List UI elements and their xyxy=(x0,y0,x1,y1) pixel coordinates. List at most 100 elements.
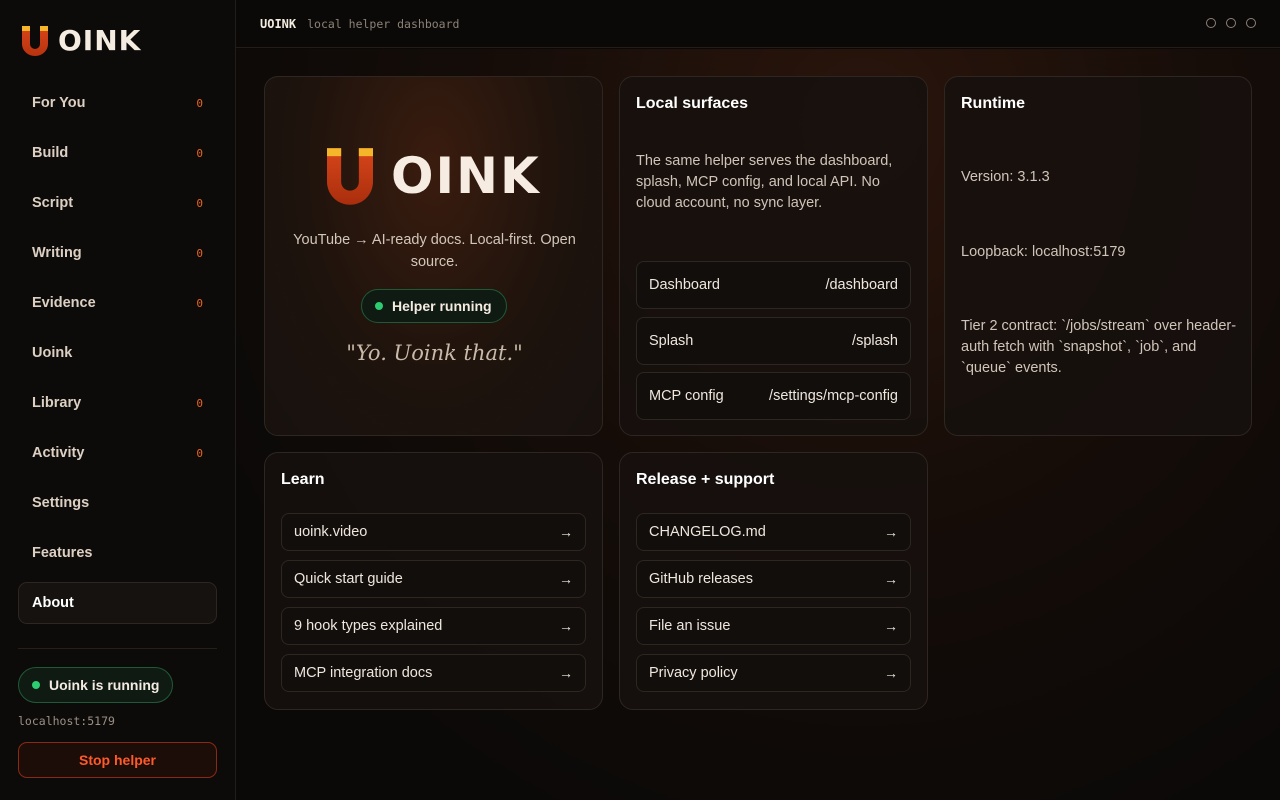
sidebar-item-count: 0 xyxy=(196,296,203,310)
surfaces-description: The same helper serves the dashboard, sp… xyxy=(636,153,893,211)
release-link-github-releases[interactable]: GitHub releases → xyxy=(636,560,911,598)
link-label: CHANGELOG.md xyxy=(649,524,766,540)
route-row-splash[interactable]: Splash /splash xyxy=(636,317,911,365)
arrow-right-icon: → xyxy=(559,571,573,587)
sidebar-item-label: Script xyxy=(32,195,74,211)
route-path: /splash xyxy=(852,333,898,349)
topbar-brand: UOINK xyxy=(260,16,297,31)
arrow-right-icon: → xyxy=(884,524,898,540)
helper-running-label: Helper running xyxy=(392,298,492,314)
sidebar-item-count: 0 xyxy=(196,146,203,160)
route-row-dashboard[interactable]: Dashboard /dashboard xyxy=(636,261,911,309)
runtime-version: Version: 3.1.3 xyxy=(961,169,1050,185)
sidebar-item-label: Activity xyxy=(32,445,85,461)
sidebar-item-label: Settings xyxy=(32,495,90,511)
logo-wordmark: OINK xyxy=(58,24,142,57)
sidebar-item-build[interactable]: Build 0 xyxy=(18,132,217,174)
helper-running-badge: Helper running xyxy=(361,289,507,323)
uoink-u-logo-icon xyxy=(327,148,373,205)
hero-logo: OINK xyxy=(327,148,541,205)
uoink-u-logo-icon xyxy=(22,26,48,56)
hero-card: OINK YouTube → AI-ready docs. Local-firs… xyxy=(264,76,603,436)
window-control-dot-icon[interactable] xyxy=(1206,18,1216,28)
helper-status-label: Uoink is running xyxy=(49,677,160,693)
learn-link-mcp-docs[interactable]: MCP integration docs → xyxy=(281,654,586,692)
sidebar-item-writing[interactable]: Writing 0 xyxy=(18,232,217,274)
arrow-right-icon: → xyxy=(884,665,898,681)
window-control-dot-icon[interactable] xyxy=(1246,18,1256,28)
main-content: OINK YouTube → AI-ready docs. Local-firs… xyxy=(236,49,1280,800)
sidebar-item-evidence[interactable]: Evidence 0 xyxy=(18,282,217,324)
sidebar-item-activity[interactable]: Activity 0 xyxy=(18,432,217,474)
sidebar-item-for-you[interactable]: For You 0 xyxy=(18,82,217,124)
learn-link-quick-start[interactable]: Quick start guide → xyxy=(281,560,586,598)
sidebar-item-uoink[interactable]: Uoink xyxy=(18,332,217,374)
top-bar: UOINK local helper dashboard xyxy=(236,0,1280,48)
route-name: Splash xyxy=(649,333,694,349)
sidebar-item-label: Build xyxy=(32,145,69,161)
window-control-dot-icon[interactable] xyxy=(1226,18,1236,28)
sidebar-item-features[interactable]: Features xyxy=(18,532,217,574)
route-path: /dashboard xyxy=(825,277,898,293)
link-label: Privacy policy xyxy=(649,665,738,681)
runtime-card: Runtime Version: 3.1.3 Loopback: localho… xyxy=(944,76,1252,436)
route-name: Dashboard xyxy=(649,277,720,293)
sidebar-item-label: Library xyxy=(32,395,82,411)
helper-host: localhost:5179 xyxy=(18,714,115,728)
route-name: MCP config xyxy=(649,388,724,404)
arrow-right-icon: → xyxy=(559,524,573,540)
link-label: Quick start guide xyxy=(294,571,403,587)
sidebar-item-label: Uoink xyxy=(32,345,73,361)
sidebar-item-label: About xyxy=(32,595,74,611)
hero-tagline: YouTube → AI-ready docs. Local-first. Op… xyxy=(293,232,576,270)
window-controls xyxy=(1206,18,1256,28)
release-link-privacy-policy[interactable]: Privacy policy → xyxy=(636,654,911,692)
learn-link-hook-types[interactable]: 9 hook types explained → xyxy=(281,607,586,645)
learn-card: Learn uoink.video → Quick start guide → … xyxy=(264,452,603,710)
sidebar-item-settings[interactable]: Settings xyxy=(18,482,217,524)
card-title: Local surfaces xyxy=(636,95,749,112)
sidebar-item-label: Evidence xyxy=(32,295,96,311)
runtime-loopback: Loopback: localhost:5179 xyxy=(961,244,1126,260)
sidebar-item-count: 0 xyxy=(196,396,203,410)
arrow-right-icon: → xyxy=(559,618,573,634)
route-row-mcp-config[interactable]: MCP config /settings/mcp-config xyxy=(636,372,911,420)
sidebar-divider xyxy=(18,648,217,649)
sidebar-item-count: 0 xyxy=(196,446,203,460)
arrow-right-icon: → xyxy=(559,665,573,681)
status-dot-icon xyxy=(32,681,40,689)
link-label: GitHub releases xyxy=(649,571,753,587)
helper-status-badge: Uoink is running xyxy=(18,667,173,703)
sidebar-item-count: 0 xyxy=(196,196,203,210)
release-link-file-issue[interactable]: File an issue → xyxy=(636,607,911,645)
sidebar-item-count: 0 xyxy=(196,246,203,260)
status-dot-icon xyxy=(375,302,383,310)
sidebar-item-script[interactable]: Script 0 xyxy=(18,182,217,224)
sidebar-item-label: For You xyxy=(32,95,86,111)
sidebar-item-label: Features xyxy=(32,545,93,561)
learn-link-uoink-video[interactable]: uoink.video → xyxy=(281,513,586,551)
arrow-right-icon: → xyxy=(884,618,898,634)
route-path: /settings/mcp-config xyxy=(769,388,898,404)
sidebar-item-library[interactable]: Library 0 xyxy=(18,382,217,424)
link-label: MCP integration docs xyxy=(294,665,433,681)
sidebar: OINK For You 0 Build 0 Script 0 Writing … xyxy=(0,0,236,800)
release-support-card: Release + support CHANGELOG.md → GitHub … xyxy=(619,452,928,710)
card-title: Release + support xyxy=(636,471,775,488)
link-label: uoink.video xyxy=(294,524,368,540)
link-label: 9 hook types explained xyxy=(294,618,443,634)
topbar-subtitle: local helper dashboard xyxy=(307,16,460,31)
arrow-right-icon: → xyxy=(884,571,898,587)
hero-quote: "Yo. Uoink that." xyxy=(346,341,523,365)
release-link-changelog[interactable]: CHANGELOG.md → xyxy=(636,513,911,551)
runtime-contract: Tier 2 contract: `/jobs/stream` over hea… xyxy=(961,318,1237,376)
sidebar-nav: For You 0 Build 0 Script 0 Writing 0 Evi… xyxy=(18,82,217,632)
local-surfaces-card: Local surfaces The same helper serves th… xyxy=(619,76,928,436)
card-title: Learn xyxy=(281,471,325,488)
app-logo[interactable]: OINK xyxy=(22,26,141,56)
sidebar-item-label: Writing xyxy=(32,245,82,261)
card-title: Runtime xyxy=(961,95,1025,112)
hero-wordmark: OINK xyxy=(391,147,541,205)
sidebar-item-about[interactable]: About xyxy=(18,582,217,624)
stop-helper-button[interactable]: Stop helper xyxy=(18,742,217,778)
